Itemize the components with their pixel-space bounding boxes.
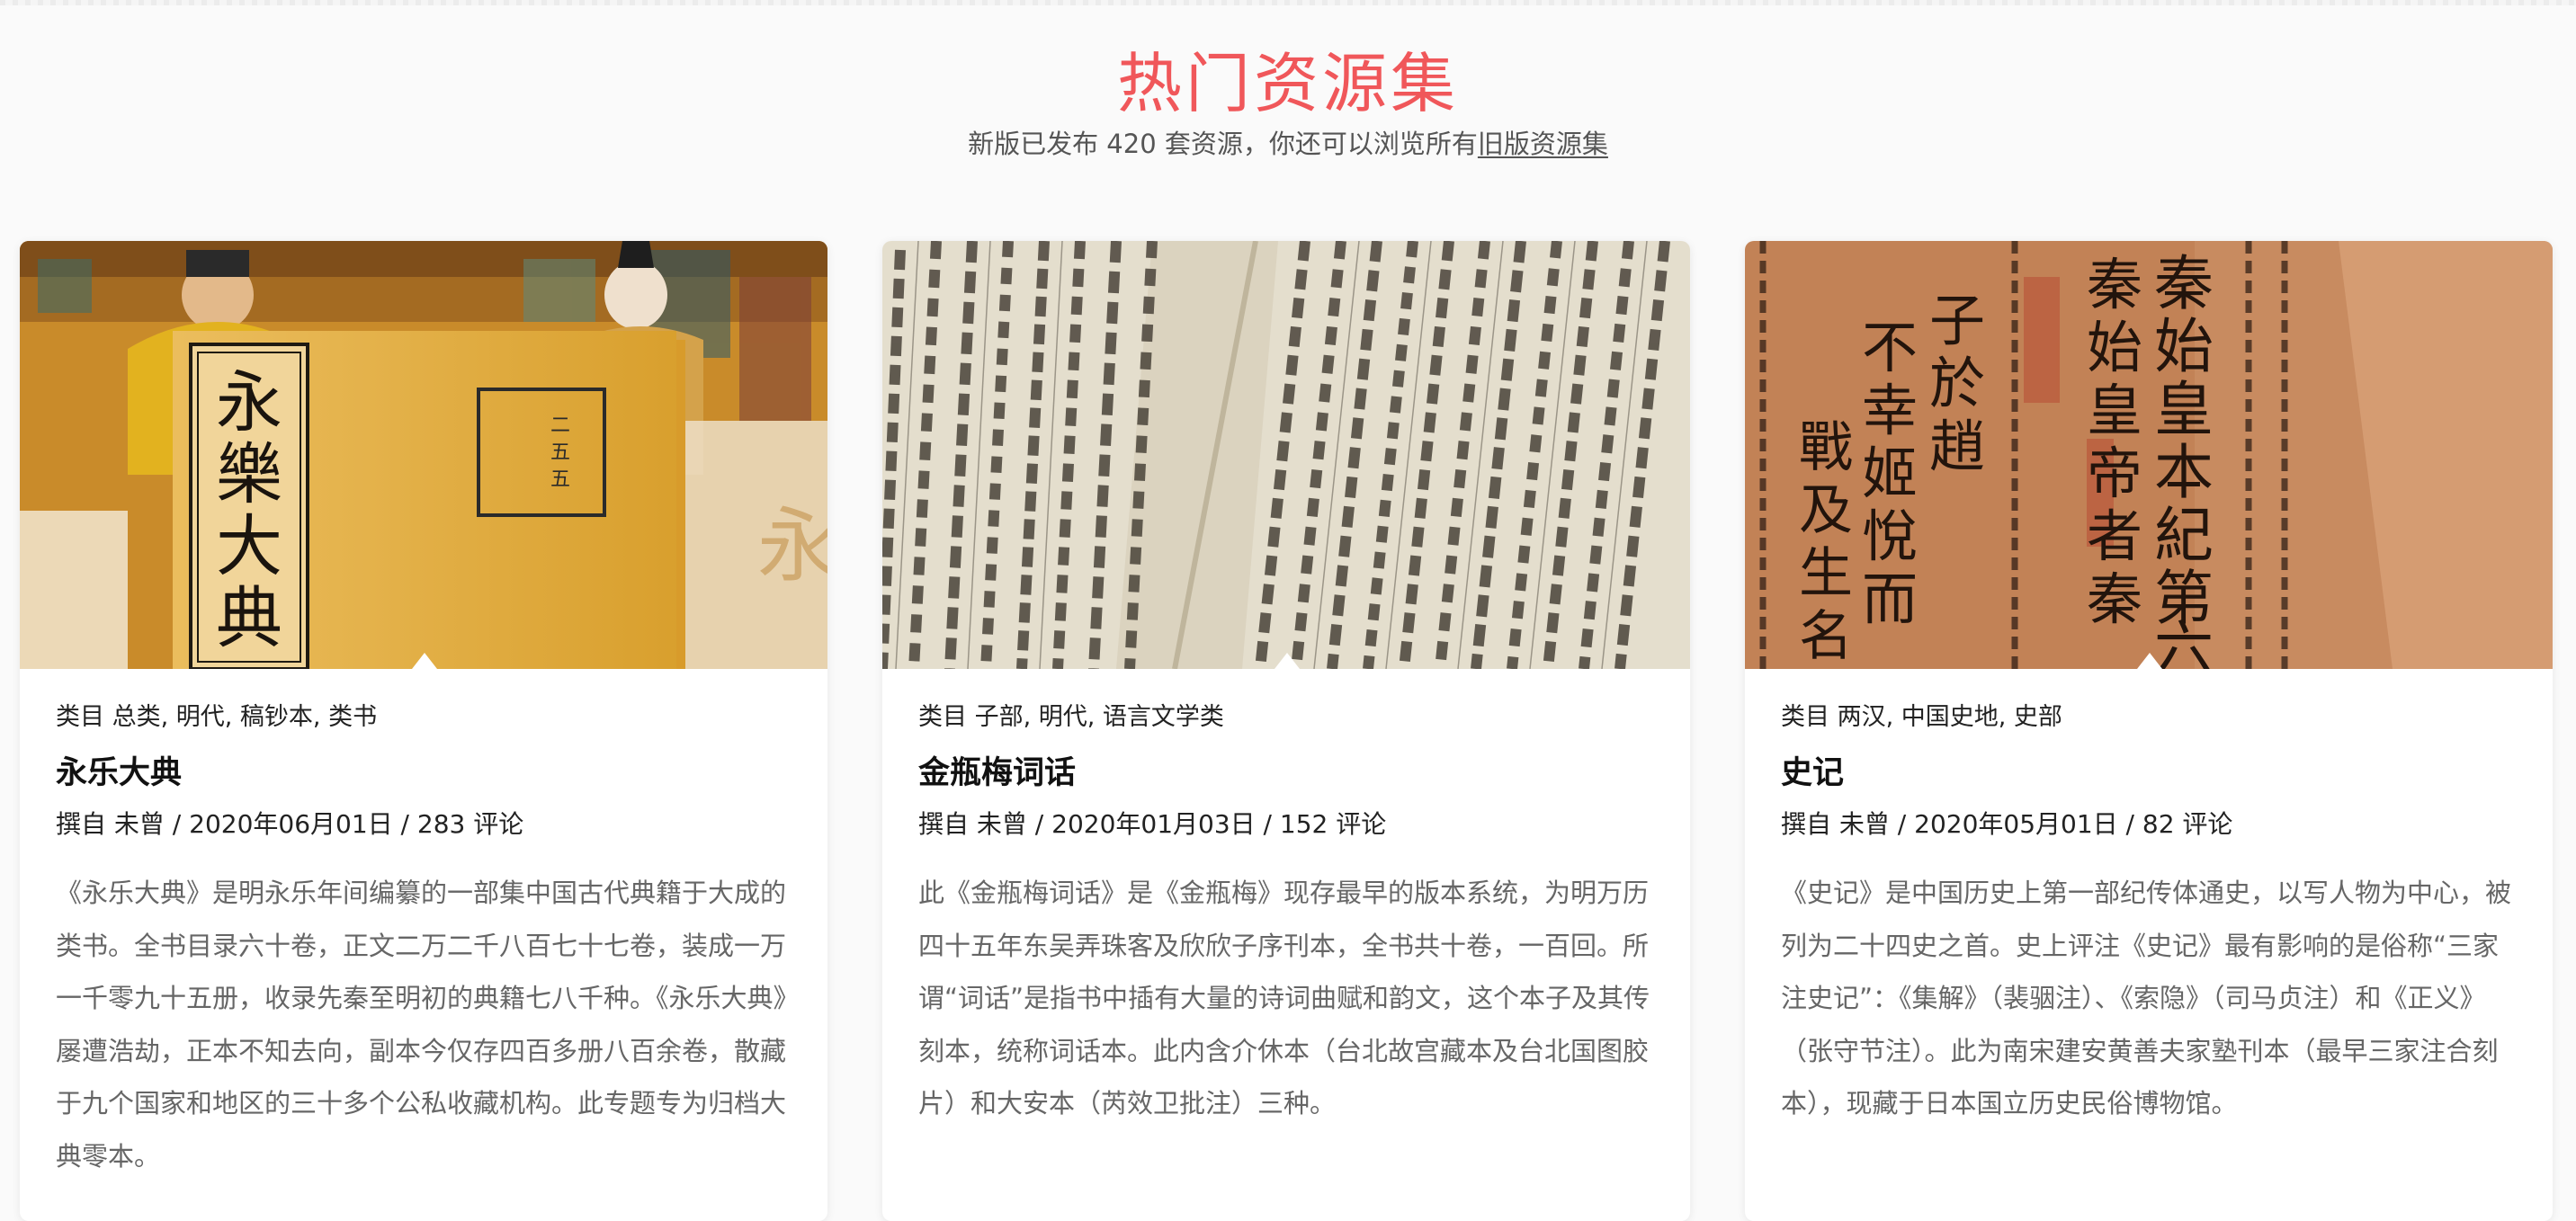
card-title[interactable]: 史记 bbox=[1781, 751, 1844, 796]
svg-text:秦: 秦 bbox=[2087, 252, 2142, 317]
card-description: 此《金瓶梅词话》是《金瓶梅》现存最早的版本系统，为明万历四十五年东吴弄珠客及欣欣… bbox=[918, 878, 1650, 1119]
svg-text:永: 永 bbox=[216, 364, 282, 441]
card-title[interactable]: 金瓶梅词话 bbox=[918, 751, 1076, 796]
svg-text:典: 典 bbox=[216, 580, 282, 657]
image-notch bbox=[412, 653, 437, 669]
resource-card-yongle[interactable]: 永樂 永 樂 大 典 二 五 五 bbox=[20, 241, 827, 1221]
svg-text:二: 二 bbox=[550, 414, 570, 437]
card-description: 《史记》是中国历史上第一部纪传体通史，以写人物为中心，被列为二十四史之首。史上评… bbox=[1781, 878, 2512, 1119]
svg-text:趙: 趙 bbox=[1929, 414, 1985, 479]
svg-text:及: 及 bbox=[1799, 479, 1853, 542]
svg-text:皇: 皇 bbox=[2087, 378, 2142, 443]
svg-text:幸: 幸 bbox=[1862, 378, 1918, 443]
card-byline: 撰自 未曾 / 2020年01月03日 / 152 评论 bbox=[918, 809, 1387, 839]
card-image[interactable] bbox=[882, 241, 1690, 669]
card-image[interactable]: 秦 始 皇 本 紀 第 六 秦 始 皇 帝 者 秦 子 於 趙 不 幸 姬 悅 bbox=[1745, 241, 2553, 669]
section-subtitle: 新版已发布 420 套资源，你还可以浏览所有旧版资源集 bbox=[0, 124, 2576, 164]
yongle-dadian-image: 永樂 永 樂 大 典 二 五 五 bbox=[20, 241, 827, 669]
jinpingmei-page-image bbox=[882, 241, 1690, 669]
svg-text:不: 不 bbox=[1862, 315, 1918, 380]
svg-text:秦: 秦 bbox=[2154, 249, 2214, 318]
svg-text:大: 大 bbox=[216, 508, 282, 585]
card-title[interactable]: 永乐大典 bbox=[56, 751, 182, 796]
svg-text:始: 始 bbox=[2087, 315, 2142, 380]
svg-text:六: 六 bbox=[2154, 614, 2214, 669]
card-category: 类目 两汉, 中国史地, 史部 bbox=[1781, 703, 2062, 731]
svg-text:於: 於 bbox=[1929, 351, 1985, 416]
card-description: 《永乐大典》是明永乐年间编纂的一部集中国古代典籍于大成的类书。全书目录六十卷，正… bbox=[56, 878, 787, 1172]
svg-text:紀: 紀 bbox=[2154, 501, 2214, 570]
svg-text:戰: 戰 bbox=[1799, 416, 1853, 479]
card-image[interactable]: 永樂 永 樂 大 典 二 五 五 bbox=[20, 241, 827, 669]
resource-card-shiji[interactable]: 秦 始 皇 本 紀 第 六 秦 始 皇 帝 者 秦 子 於 趙 不 幸 姬 悅 bbox=[1745, 241, 2553, 1221]
card-category: 类目 总类, 明代, 稿钞本, 类书 bbox=[56, 703, 378, 731]
svg-text:生: 生 bbox=[1799, 542, 1853, 605]
svg-text:皇: 皇 bbox=[2154, 375, 2214, 444]
svg-text:樂: 樂 bbox=[216, 436, 282, 513]
svg-text:帝: 帝 bbox=[2087, 441, 2142, 506]
shiji-page-image: 秦 始 皇 本 紀 第 六 秦 始 皇 帝 者 秦 子 於 趙 不 幸 姬 悅 bbox=[1745, 241, 2553, 669]
svg-text:始: 始 bbox=[2154, 312, 2214, 381]
faded-title-text: 永樂 bbox=[757, 499, 827, 593]
card-byline: 撰自 未曾 / 2020年06月01日 / 283 评论 bbox=[56, 809, 524, 839]
top-decorative-strip bbox=[0, 0, 2576, 5]
subtitle-text: 新版已发布 420 套资源，你还可以浏览所有 bbox=[968, 129, 1478, 159]
svg-text:悅: 悅 bbox=[1862, 504, 1918, 569]
image-notch bbox=[2137, 653, 2162, 669]
svg-text:名: 名 bbox=[1799, 605, 1853, 668]
svg-text:者: 者 bbox=[2087, 504, 2142, 569]
section-title: 热门资源集 bbox=[1116, 46, 1459, 121]
svg-text:而: 而 bbox=[1862, 566, 1918, 632]
resource-card-jinpingmei[interactable]: 类目 子部, 明代, 语言文学类 金瓶梅词话 撰自 未曾 / 2020年01月0… bbox=[882, 241, 1690, 1221]
svg-text:五: 五 bbox=[550, 441, 570, 464]
card-byline: 撰自 未曾 / 2020年05月01日 / 82 评论 bbox=[1781, 809, 2233, 839]
svg-text:五: 五 bbox=[550, 468, 570, 491]
card-category: 类目 子部, 明代, 语言文学类 bbox=[918, 703, 1224, 731]
svg-text:秦: 秦 bbox=[2087, 566, 2142, 632]
svg-text:本: 本 bbox=[2154, 438, 2214, 507]
svg-text:子: 子 bbox=[1929, 288, 1985, 353]
old-collections-link[interactable]: 旧版资源集 bbox=[1478, 129, 1608, 159]
svg-text:姬: 姬 bbox=[1862, 441, 1918, 506]
image-notch bbox=[1275, 653, 1300, 669]
